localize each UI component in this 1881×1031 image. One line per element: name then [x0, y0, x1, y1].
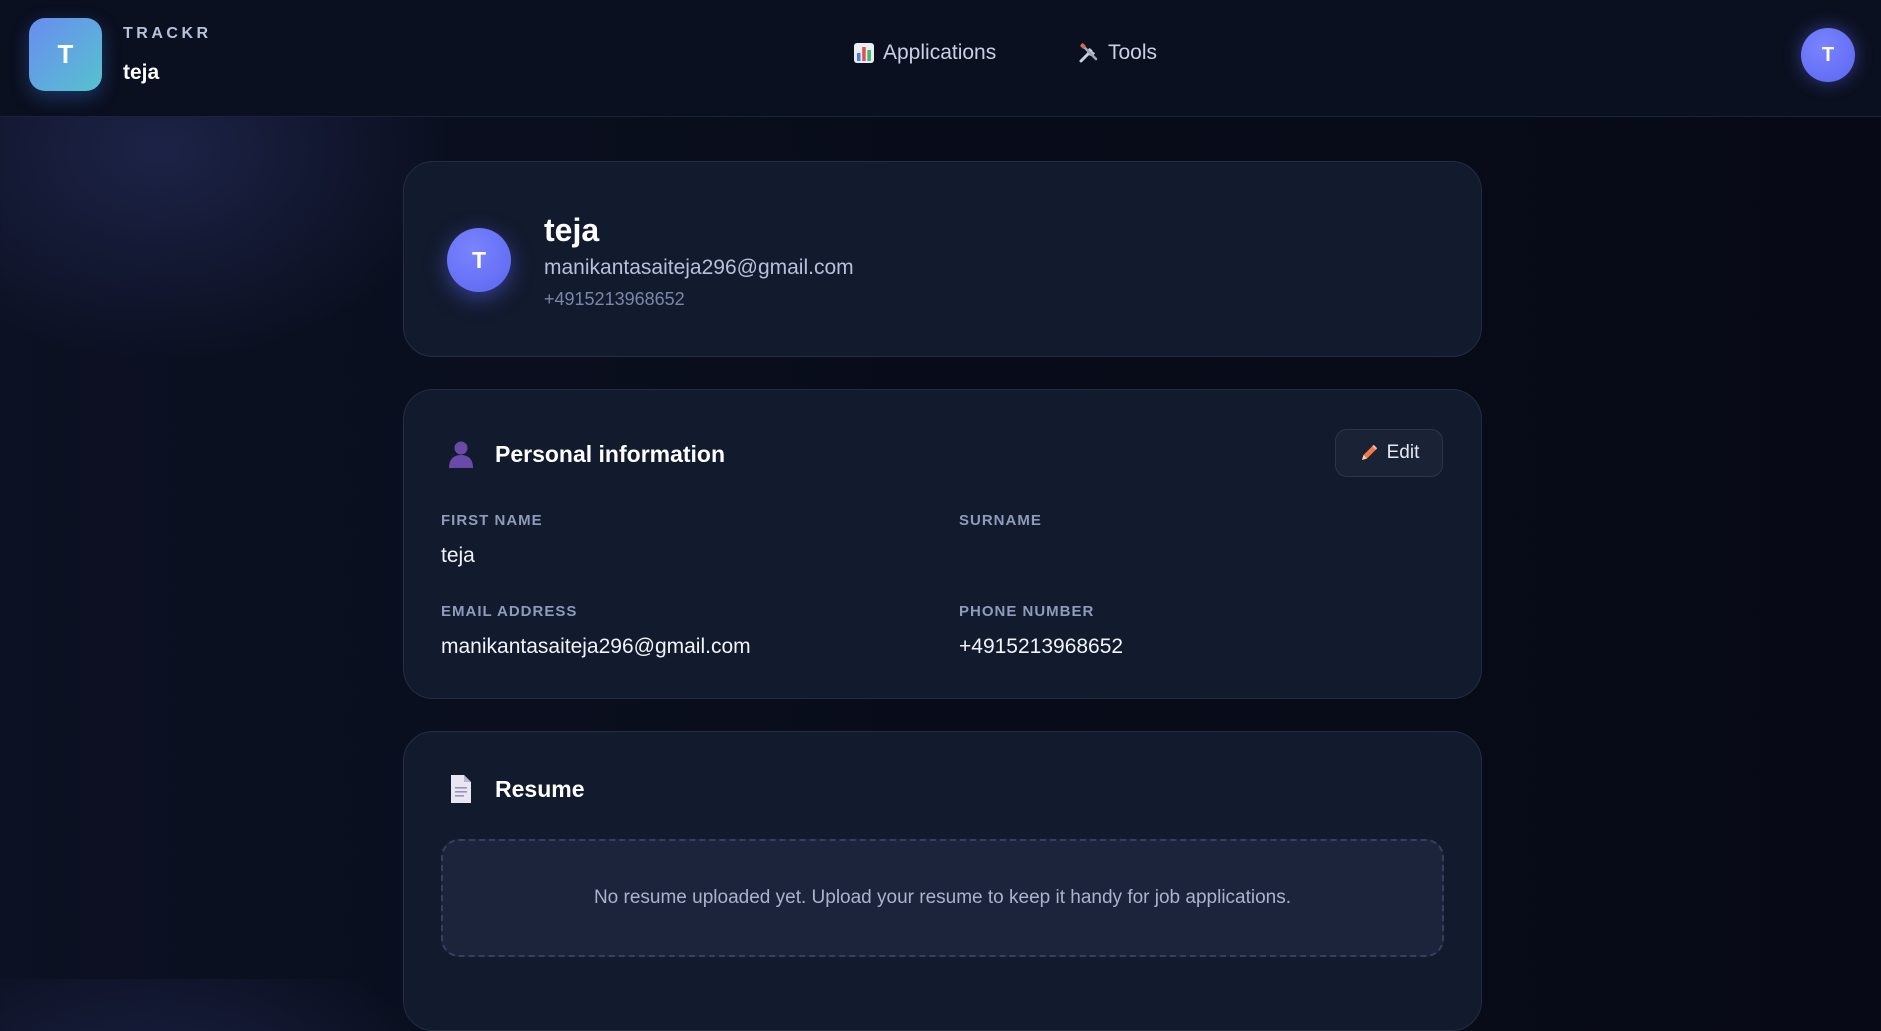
bar-chart-icon	[854, 43, 874, 63]
brand-logo[interactable]: T	[29, 18, 102, 91]
edit-button[interactable]: Edit	[1335, 429, 1443, 477]
nav-applications[interactable]: Applications	[853, 38, 996, 68]
email-value: manikantasaiteja296@gmail.com	[441, 635, 751, 658]
top-navigation-bar: T TRACKR teja Applications Tools T	[0, 0, 1881, 117]
brand-username: teja	[123, 61, 160, 84]
personal-information-card: Personal information Edit FIRST NAME tej…	[403, 389, 1482, 699]
email-label: EMAIL ADDRESS	[441, 603, 578, 620]
profile-name: teja	[544, 212, 600, 248]
profile-email: manikantasaiteja296@gmail.com	[544, 256, 854, 279]
resume-title: Resume	[495, 776, 585, 802]
resume-card: Resume No resume uploaded yet. Upload yo…	[403, 731, 1482, 1031]
nav-tools-label: Tools	[1108, 41, 1158, 64]
profile-avatar-letter: T	[471, 246, 487, 273]
phone-value: +4915213968652	[959, 635, 1124, 658]
profile-summary-card: T teja manikantasaiteja296@gmail.com +49…	[403, 161, 1482, 357]
tools-icon	[1079, 43, 1098, 63]
profile-avatar: T	[447, 228, 511, 292]
brand-name: TRACKR	[123, 25, 212, 42]
account-avatar[interactable]: T	[1801, 28, 1855, 82]
resume-empty-message: No resume uploaded yet. Upload your resu…	[593, 887, 1292, 908]
nav-applications-label: Applications	[883, 41, 997, 64]
phone-label: PHONE NUMBER	[959, 603, 1095, 620]
pencil-icon	[1361, 444, 1377, 460]
first-name-value: teja	[441, 544, 475, 567]
profile-phone: +4915213968652	[544, 289, 685, 309]
user-icon	[449, 441, 473, 468]
nav-tools[interactable]: Tools	[1078, 38, 1157, 68]
document-icon	[451, 775, 471, 803]
account-avatar-letter: T	[1821, 43, 1835, 66]
edit-button-label: Edit	[1386, 442, 1420, 463]
resume-upload-dropzone[interactable]: No resume uploaded yet. Upload your resu…	[441, 839, 1444, 957]
first-name-label: FIRST NAME	[441, 512, 543, 529]
personal-information-title: Personal information	[495, 441, 726, 467]
brand-logo-letter: T	[57, 39, 74, 69]
surname-label: SURNAME	[959, 512, 1042, 529]
